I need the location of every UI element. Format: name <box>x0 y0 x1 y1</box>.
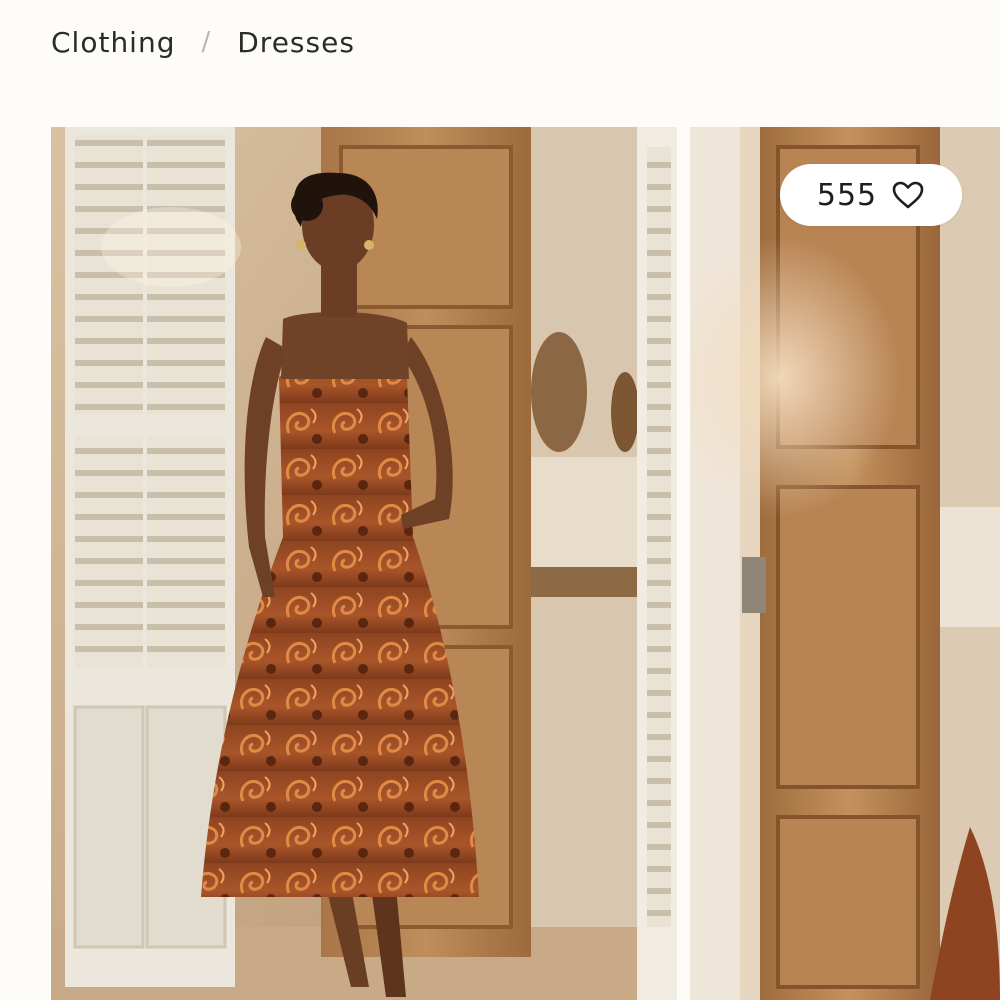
breadcrumb-item-dresses[interactable]: Dresses <box>237 26 355 59</box>
breadcrumb-separator: / <box>201 27 212 57</box>
like-count: 555 <box>816 177 878 213</box>
breadcrumb: Clothing / Dresses <box>51 22 355 62</box>
product-photo-door-detail <box>690 127 1000 1000</box>
breadcrumb-item-clothing[interactable]: Clothing <box>51 26 175 59</box>
heart-outline-icon <box>892 181 924 209</box>
product-image-secondary[interactable] <box>690 127 1000 1000</box>
product-image-main[interactable] <box>51 127 677 1000</box>
like-button[interactable]: 555 <box>780 164 962 226</box>
product-photo-model <box>51 127 677 1000</box>
product-image-gallery[interactable] <box>51 127 1000 1000</box>
